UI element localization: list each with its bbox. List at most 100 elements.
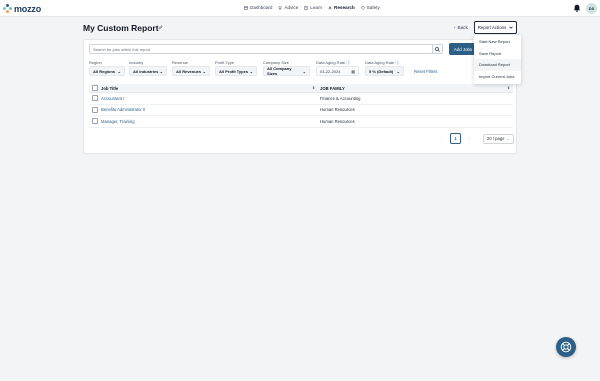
help-button[interactable] xyxy=(556,337,576,357)
column-job-title-label: Job Title xyxy=(101,85,119,91)
job-title-link[interactable]: Benefits Administrator II xyxy=(101,107,145,112)
advice-icon xyxy=(279,5,282,9)
menu-item-download-report[interactable]: Download Report xyxy=(474,59,521,71)
filter-data-aging-date: Data Aging Rate ⓘ 03-22-2024 ▦ xyxy=(316,60,359,76)
job-family-cell: Human Resources xyxy=(320,107,355,113)
report-actions-menu: Start New Report Save Report Download Re… xyxy=(474,35,521,84)
filter-profit-type: Profit Type All Profit Types ⌄ xyxy=(215,60,257,76)
chevron-down-icon xyxy=(509,26,514,29)
chevron-down-icon: ⌄ xyxy=(202,68,206,74)
chevron-down-icon: ⌄ xyxy=(396,68,400,74)
filter-industry-label: Industry xyxy=(129,60,144,65)
page-title: My Custom Report xyxy=(83,23,159,33)
logo-mark-icon xyxy=(3,4,12,13)
notification-bell-icon[interactable] xyxy=(573,3,581,12)
table-row: Accountant I Finance & Accounting xyxy=(89,93,513,105)
research-icon xyxy=(328,5,332,9)
revenue-select[interactable]: All Revenues ⌄ xyxy=(172,66,210,76)
next-page-button[interactable]: › xyxy=(465,136,473,142)
search-button[interactable] xyxy=(432,44,443,54)
page-size-value: 20 / page xyxy=(487,136,505,141)
table-row: Benefits Administrator II Human Resource… xyxy=(89,105,513,116)
dashboard-icon xyxy=(244,5,248,10)
nav-research[interactable]: Research xyxy=(328,5,355,10)
job-title-link[interactable]: Accountant I xyxy=(101,96,124,101)
filter-data-aging-rate: Data Aging Rate ⓘ 5 % (Default) ⌄ xyxy=(365,60,404,76)
edit-pencil-icon[interactable] xyxy=(158,25,163,30)
data-aging-rate-select-value: 5 % (Default) xyxy=(369,68,394,74)
mozzo-logo[interactable]: mozzo xyxy=(3,3,41,14)
nav-dashboard[interactable]: Dashboard xyxy=(244,5,272,10)
page-size-select[interactable]: 20 / page ⌄ xyxy=(483,133,514,144)
company-size-select[interactable]: All Company Sizes ⌄ xyxy=(263,66,310,76)
table-row: Manager, Training Human Resources xyxy=(89,116,513,128)
chevron-down-icon: ⌄ xyxy=(159,68,163,74)
search-icon xyxy=(435,46,440,52)
report-actions-button[interactable]: Report Actions xyxy=(474,21,517,34)
chevron-down-icon: ⌄ xyxy=(117,68,121,74)
profit-type-select-value: All Profit Types xyxy=(219,68,249,74)
reset-filters-button[interactable]: Reset Filters xyxy=(414,69,438,74)
prev-page-button[interactable]: ‹ xyxy=(438,136,446,142)
nav-dashboard-label: Dashboard xyxy=(250,5,273,10)
page-number-button[interactable]: 1 xyxy=(450,133,461,144)
industry-select-value: All Industries xyxy=(133,68,159,74)
revenue-select-value: All Revenues xyxy=(176,68,202,74)
column-job-title[interactable]: Job Title ⬍ xyxy=(101,86,318,91)
filter-data-aging-rate-label: Data Aging Rate ⓘ xyxy=(365,60,404,66)
filter-industry: Industry All Industries ⌄ xyxy=(129,60,167,76)
brand-name: mozzo xyxy=(14,3,41,14)
user-avatar[interactable]: DS xyxy=(586,3,597,14)
nav-advice[interactable]: Advice xyxy=(278,5,298,10)
menu-item-save-report[interactable]: Save Report xyxy=(474,48,521,60)
row-checkbox[interactable] xyxy=(92,95,98,102)
job-title-link[interactable]: Manager, Training xyxy=(101,119,135,124)
nav-learn[interactable]: Learn xyxy=(304,5,322,10)
filter-profit-type-label: Profit Type xyxy=(215,60,235,65)
sort-icon: ⬍ xyxy=(507,86,510,90)
nav-safety-label: Safety xyxy=(366,5,380,10)
chevron-down-icon: ⌄ xyxy=(506,136,510,141)
column-job-family[interactable]: JOB FAMILY ⬍ xyxy=(318,86,513,91)
chevron-left-icon: ‹ xyxy=(454,25,456,30)
table-header: Job Title ⬍ JOB FAMILY ⬍ xyxy=(89,84,513,93)
nav-safety[interactable]: Safety xyxy=(361,5,380,10)
data-aging-date-value: 03-22-2024 xyxy=(320,68,341,74)
learn-icon xyxy=(304,5,308,10)
jobs-table: Job Title ⬍ JOB FAMILY ⬍ Accountant I Fi… xyxy=(89,84,513,128)
pagination: ‹ 1 › 20 / page ⌄ xyxy=(438,133,514,144)
calendar-icon: ▦ xyxy=(351,68,355,74)
column-job-family-label: JOB FAMILY xyxy=(320,85,345,91)
select-all-checkbox[interactable] xyxy=(92,85,98,91)
row-checkbox[interactable] xyxy=(92,118,98,125)
region-select[interactable]: All Regions ⌄ xyxy=(89,66,125,76)
row-checkbox[interactable] xyxy=(92,106,98,113)
report-actions-label: Report Actions xyxy=(477,25,507,30)
back-button[interactable]: ‹ Back xyxy=(454,25,468,30)
add-jobs-button[interactable]: Add Jobs xyxy=(449,43,477,55)
filter-revenue: Revenue All Revenues ⌄ xyxy=(172,60,210,76)
job-search-input[interactable]: Search for jobs within this report xyxy=(89,44,438,54)
filter-region-label: Region xyxy=(89,60,102,65)
menu-item-start-new-report[interactable]: Start New Report xyxy=(474,36,521,48)
help-icon xyxy=(560,341,572,353)
data-aging-date-picker[interactable]: 03-22-2024 ▦ xyxy=(316,66,359,76)
menu-item-import-current-jobs[interactable]: Import Current Jobs xyxy=(474,71,521,83)
company-size-select-value: All Company Sizes xyxy=(267,66,292,76)
info-icon[interactable]: ⓘ xyxy=(395,60,399,66)
top-navbar: mozzo Dashboard Advice Learn Research Sa… xyxy=(0,0,600,17)
info-icon[interactable]: ⓘ xyxy=(346,60,350,66)
main-nav: Dashboard Advice Learn Research Safety xyxy=(244,5,380,10)
filter-company-size-label: Company Size xyxy=(263,60,290,65)
data-aging-rate-select[interactable]: 5 % (Default) ⌄ xyxy=(365,66,404,76)
nav-research-label: Research xyxy=(334,5,355,10)
profit-type-select[interactable]: All Profit Types ⌄ xyxy=(215,66,257,76)
nav-advice-label: Advice xyxy=(284,5,299,10)
filter-data-aging-date-label: Data Aging Rate ⓘ xyxy=(316,60,359,66)
industry-select[interactable]: All Industries ⌄ xyxy=(129,66,167,76)
data-aging-date-label-text: Data Aging Rate xyxy=(316,60,346,65)
safety-icon xyxy=(361,5,365,10)
filter-company-size: Company Size All Company Sizes ⌄ xyxy=(263,60,310,76)
job-family-cell: Human Resources xyxy=(320,118,355,124)
data-aging-rate-label-text: Data Aging Rate xyxy=(365,60,395,65)
